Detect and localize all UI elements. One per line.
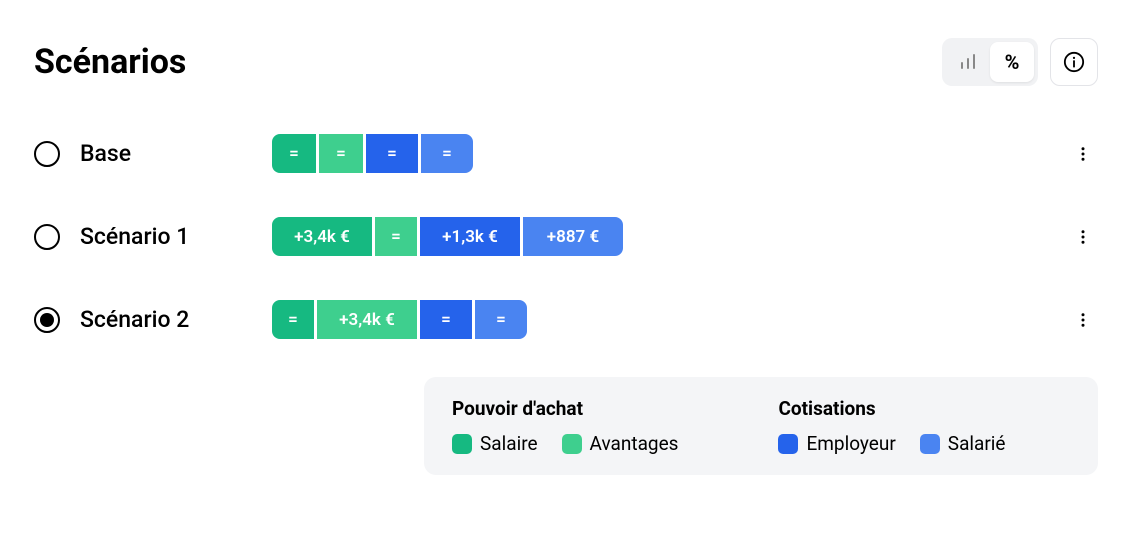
legend-title: Cotisations (778, 397, 1005, 420)
segment-employeur: = (420, 300, 472, 339)
more-button[interactable] (1068, 305, 1098, 335)
legend-item-avantages: Avantages (562, 432, 679, 455)
legend-group-cotisations: Cotisations Employeur Salarié (778, 397, 1005, 455)
segment-salarie: +887 € (523, 217, 623, 256)
segments: = +3,4k € = = (272, 300, 1048, 339)
legend-group-pouvoir: Pouvoir d'achat Salaire Avantages (452, 397, 678, 455)
scenarios-list: Base = = = = Scénario 1 +3,4k € = +1,3k … (34, 134, 1098, 339)
segment-employeur: +1,3k € (420, 217, 520, 256)
legend-items: Employeur Salarié (778, 432, 1005, 455)
percent-toggle[interactable]: % (990, 42, 1034, 82)
scenario-name: Scénario 1 (80, 223, 252, 250)
scenario-row-2: Scénario 2 = +3,4k € = = (34, 300, 1098, 339)
swatch-avantages (562, 434, 582, 454)
scenario-name: Scénario 2 (80, 306, 252, 333)
scenario-name: Base (80, 140, 252, 167)
more-vertical-icon (1074, 145, 1092, 163)
legend-label: Avantages (590, 432, 679, 455)
segment-salaire: +3,4k € (272, 217, 372, 256)
legend-title: Pouvoir d'achat (452, 397, 678, 420)
more-button[interactable] (1068, 139, 1098, 169)
legend-label: Employeur (806, 432, 895, 455)
legend-label: Salarié (948, 432, 1006, 455)
segments: +3,4k € = +1,3k € +887 € (272, 217, 1048, 256)
more-button[interactable] (1068, 222, 1098, 252)
radio-base[interactable] (34, 141, 60, 167)
legend-item-salarie: Salarié (920, 432, 1006, 455)
swatch-salaire (452, 434, 472, 454)
scenario-row-base: Base = = = = (34, 134, 1098, 173)
segments: = = = = (272, 134, 1048, 173)
segment-salaire: = (272, 300, 314, 339)
chart-toggle[interactable] (946, 42, 990, 82)
more-vertical-icon (1074, 311, 1092, 329)
bar-chart-icon (958, 52, 978, 72)
segment-employeur: = (366, 134, 418, 173)
segment-salarie: = (421, 134, 473, 173)
legend: Pouvoir d'achat Salaire Avantages Cotisa… (424, 377, 1098, 475)
view-toggle-group: % (942, 38, 1038, 86)
info-icon (1063, 51, 1085, 73)
segment-avantages: = (375, 217, 417, 256)
swatch-employeur (778, 434, 798, 454)
segment-salaire: = (272, 134, 316, 173)
legend-item-salaire: Salaire (452, 432, 538, 455)
radio-scenario-1[interactable] (34, 224, 60, 250)
segment-salarie: = (475, 300, 527, 339)
legend-item-employeur: Employeur (778, 432, 895, 455)
radio-scenario-2[interactable] (34, 307, 60, 333)
legend-items: Salaire Avantages (452, 432, 678, 455)
segment-avantages: = (319, 134, 363, 173)
page-title: Scénarios (34, 42, 186, 82)
swatch-salarie (920, 434, 940, 454)
more-vertical-icon (1074, 228, 1092, 246)
info-button[interactable] (1050, 38, 1098, 86)
legend-label: Salaire (480, 432, 538, 455)
segment-avantages: +3,4k € (317, 300, 417, 339)
header-controls: % (942, 38, 1098, 86)
scenario-row-1: Scénario 1 +3,4k € = +1,3k € +887 € (34, 217, 1098, 256)
